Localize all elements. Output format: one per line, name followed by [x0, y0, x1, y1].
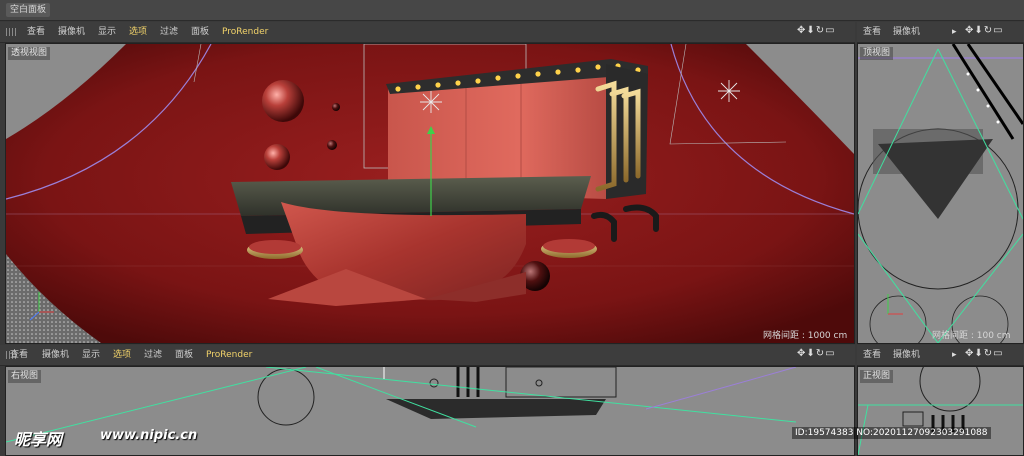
menu-options[interactable]: 选项 — [129, 26, 147, 38]
menu-display-right[interactable]: 显示 — [82, 349, 100, 361]
top-viewport[interactable]: 顶视图 网格间距 : 100 cm — [857, 43, 1024, 344]
window-titlebar: 空白面板 — [0, 0, 1024, 21]
menu-filter[interactable]: 过滤 — [160, 26, 178, 38]
viewport-nav-icons[interactable]: ✥⬇↻▭ — [797, 25, 836, 36]
viewport-front-menubar: 查看 摄像机 ▸ ✥⬇↻▭ — [857, 345, 1024, 366]
menu-view-front[interactable]: 查看 — [863, 349, 881, 361]
menu-more-arrow-icon[interactable]: ▸ — [952, 26, 957, 38]
viewport-label-top: 顶视图 — [860, 47, 894, 60]
menu-prorender-right[interactable]: ProRender — [206, 349, 252, 361]
menu-options-right[interactable]: 选项 — [113, 349, 131, 361]
top-scene — [858, 44, 1023, 343]
panel-title-tab[interactable]: 空白面板 — [6, 3, 51, 17]
viewport-label-front: 正视图 — [860, 370, 894, 383]
menu-panel-right[interactable]: 面板 — [175, 349, 193, 361]
menu-camera-front[interactable]: 摄像机 — [893, 349, 920, 361]
menu-view-right[interactable]: 查看 — [10, 349, 28, 361]
menu-more-arrow-icon-front[interactable]: ▸ — [952, 349, 957, 361]
menu-panel[interactable]: 面板 — [191, 26, 209, 38]
viewport-nav-icons-right[interactable]: ✥⬇↻▭ — [797, 348, 836, 359]
menu-camera-top[interactable]: 摄像机 — [893, 26, 920, 38]
viewport-right-menubar: 查看 摄像机 显示 选项 过滤 面板 ProRender ✥⬇↻▭ — [0, 345, 855, 366]
perspective-viewport[interactable]: 透视视图 网格间距 : 1000 cm — [5, 43, 855, 344]
menu-view[interactable]: 查看 — [27, 26, 45, 38]
watermark-id: ID:19574383 NO:20201127092303291088 — [792, 427, 991, 439]
perspective-scene — [6, 44, 854, 343]
viewport-top-menubar: 查看 摄像机 ▸ ✥⬇↻▭ — [857, 22, 1024, 43]
viewport-nav-icons-front[interactable]: ✥⬇↻▭ — [965, 348, 1004, 359]
drag-grip-icon[interactable] — [6, 28, 16, 36]
grid-spacing-info: 网格间距 : 1000 cm — [763, 331, 848, 341]
viewport-nav-icons-top[interactable]: ✥⬇↻▭ — [965, 25, 1004, 36]
viewport-label-right: 右视图 — [8, 370, 42, 383]
menu-camera-right[interactable]: 摄像机 — [42, 349, 69, 361]
watermark-url: www.nipic.cn — [100, 428, 198, 443]
watermark-logo: 昵享网 — [14, 430, 63, 449]
menu-display[interactable]: 显示 — [98, 26, 116, 38]
menu-camera[interactable]: 摄像机 — [58, 26, 85, 38]
menu-view-top[interactable]: 查看 — [863, 26, 881, 38]
viewport-label-perspective: 透视视图 — [8, 47, 51, 60]
menu-prorender[interactable]: ProRender — [222, 26, 268, 38]
viewport-main-menubar: 查看 摄像机 显示 选项 过滤 面板 ProRender ✥⬇↻▭ — [0, 22, 855, 43]
grid-spacing-info-top: 网格间距 : 100 cm — [932, 331, 1011, 341]
menu-filter-right[interactable]: 过滤 — [144, 349, 162, 361]
front-viewport[interactable]: 正视图 — [857, 366, 1024, 456]
